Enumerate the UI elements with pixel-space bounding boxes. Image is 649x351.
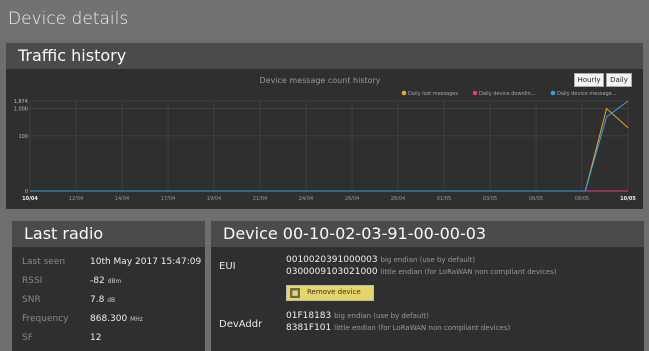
device-title: Device 00-10-02-03-91-00-00-03 [211,221,644,247]
legend-marker [401,90,407,96]
device-panel: Device 00-10-02-03-91-00-00-03 EUI 00100… [211,221,644,351]
last-radio-value-unit: MHz [130,316,143,323]
x-tick-label: 14/04 [115,196,129,202]
traffic-chart-svg: Device message count history 1,8741,000 1… [14,76,637,202]
legend-label: Daily device message... [557,91,617,97]
legend-marker [472,90,478,96]
devaddr-little-endian: 8381F101 little endian (for LoRaWAN non … [286,323,510,333]
eui-little-endian-value: 0300009103021000 [286,267,378,277]
devaddr-little-endian-note: little endian (for LoRaWAN non compliant… [334,324,511,332]
chart-title: Device message count history [259,76,380,85]
x-tick-label: 28/04 [391,196,405,202]
x-tick-label: 24/04 [299,196,313,202]
last-radio-title: Last radio [12,221,205,247]
devaddr-big-endian-value: 01F18183 [286,311,332,321]
eui-big-endian-note: big endian (use by default) [380,256,476,264]
last-radio-value-number: -82 [90,276,105,286]
x-tick-label: 08/05 [575,196,589,202]
trash-icon: ■ [290,288,300,298]
last-radio-value-unit: dB [107,297,116,304]
traffic-chart: Device message count history 1,874 1,000 1… [6,69,643,209]
x-tick-label: 10/05 [620,196,636,202]
eui-little-endian: 0300009103021000 little endian (for LoRa… [286,267,557,277]
title-bar: Device details [0,0,649,40]
remove-device-button[interactable]: ■ Remove device [286,285,374,301]
last-radio-value-number: 12 [90,333,102,343]
x-tick-label: 03/05 [483,196,497,202]
last-radio-value-number: 868.300 [90,314,128,324]
traffic-history-panel: Traffic history Hourly Daily Device mess… [6,43,643,209]
legend-label: Daily lost messages [408,91,458,97]
y-tick-label: 0 [25,189,28,195]
y-tick-label: 1,874 [14,99,28,105]
y-tick-label: 100 [18,134,28,140]
x-tick-label: 17/04 [161,196,175,202]
x-tick-label: 06/05 [529,196,543,202]
last-radio-value: -82 dBm [90,276,121,286]
devaddr-big-endian: 01F18183 big endian (use by default) [286,311,429,321]
last-radio-key: SNR [22,295,41,305]
last-radio-value-number: 10th May 2017 15:47:09 [90,257,202,267]
last-radio-panel: Last radio Last seen 10th May 2017 15:47:… [12,221,205,351]
last-radio-key: RSSI [22,276,43,286]
legend-marker [550,90,556,96]
eui-big-endian-value: 0010020391000003 [286,255,378,265]
last-radio-value-unit: dBm [107,278,122,285]
last-radio-value-number: 7.8 [90,295,105,305]
last-radio-key: SF [22,333,33,343]
last-radio-value: 10th May 2017 15:47:09 [90,257,201,267]
last-radio-key: Frequency [22,314,69,324]
last-radio-value: 7.8 dB [90,295,115,305]
remove-device-label: Remove device [307,288,361,296]
x-tick-label: 21/04 [253,196,267,202]
y-tick-label: 1,000 [14,106,28,112]
x-tick-label: 19/04 [207,196,221,202]
traffic-history-title: Traffic history [6,43,643,69]
x-tick-label: 01/05 [437,196,451,202]
x-tick-label: 10/04 [22,196,38,202]
devaddr-little-endian-value: 8381F101 [286,323,332,333]
last-radio-key: Last seen [22,257,66,267]
eui-label: EUI [219,261,236,272]
last-radio-value: 12 [90,333,101,343]
eui-little-endian-note: little endian (for LoRaWAN non compliant… [380,268,557,276]
eui-big-endian: 0010020391000003 big endian (use by defa… [286,255,475,265]
page-title: Device details [8,9,129,29]
legend-label: Daily device downlin... [479,91,536,97]
last-radio-value: 868.300 MHz [90,314,143,324]
series-line [30,107,629,192]
x-tick-label: 26/04 [345,196,359,202]
x-tick-label: 12/04 [69,196,83,202]
devaddr-big-endian-note: big endian (use by default) [334,312,429,320]
series-line [30,100,629,192]
devaddr-label: DevAddr [219,319,263,330]
